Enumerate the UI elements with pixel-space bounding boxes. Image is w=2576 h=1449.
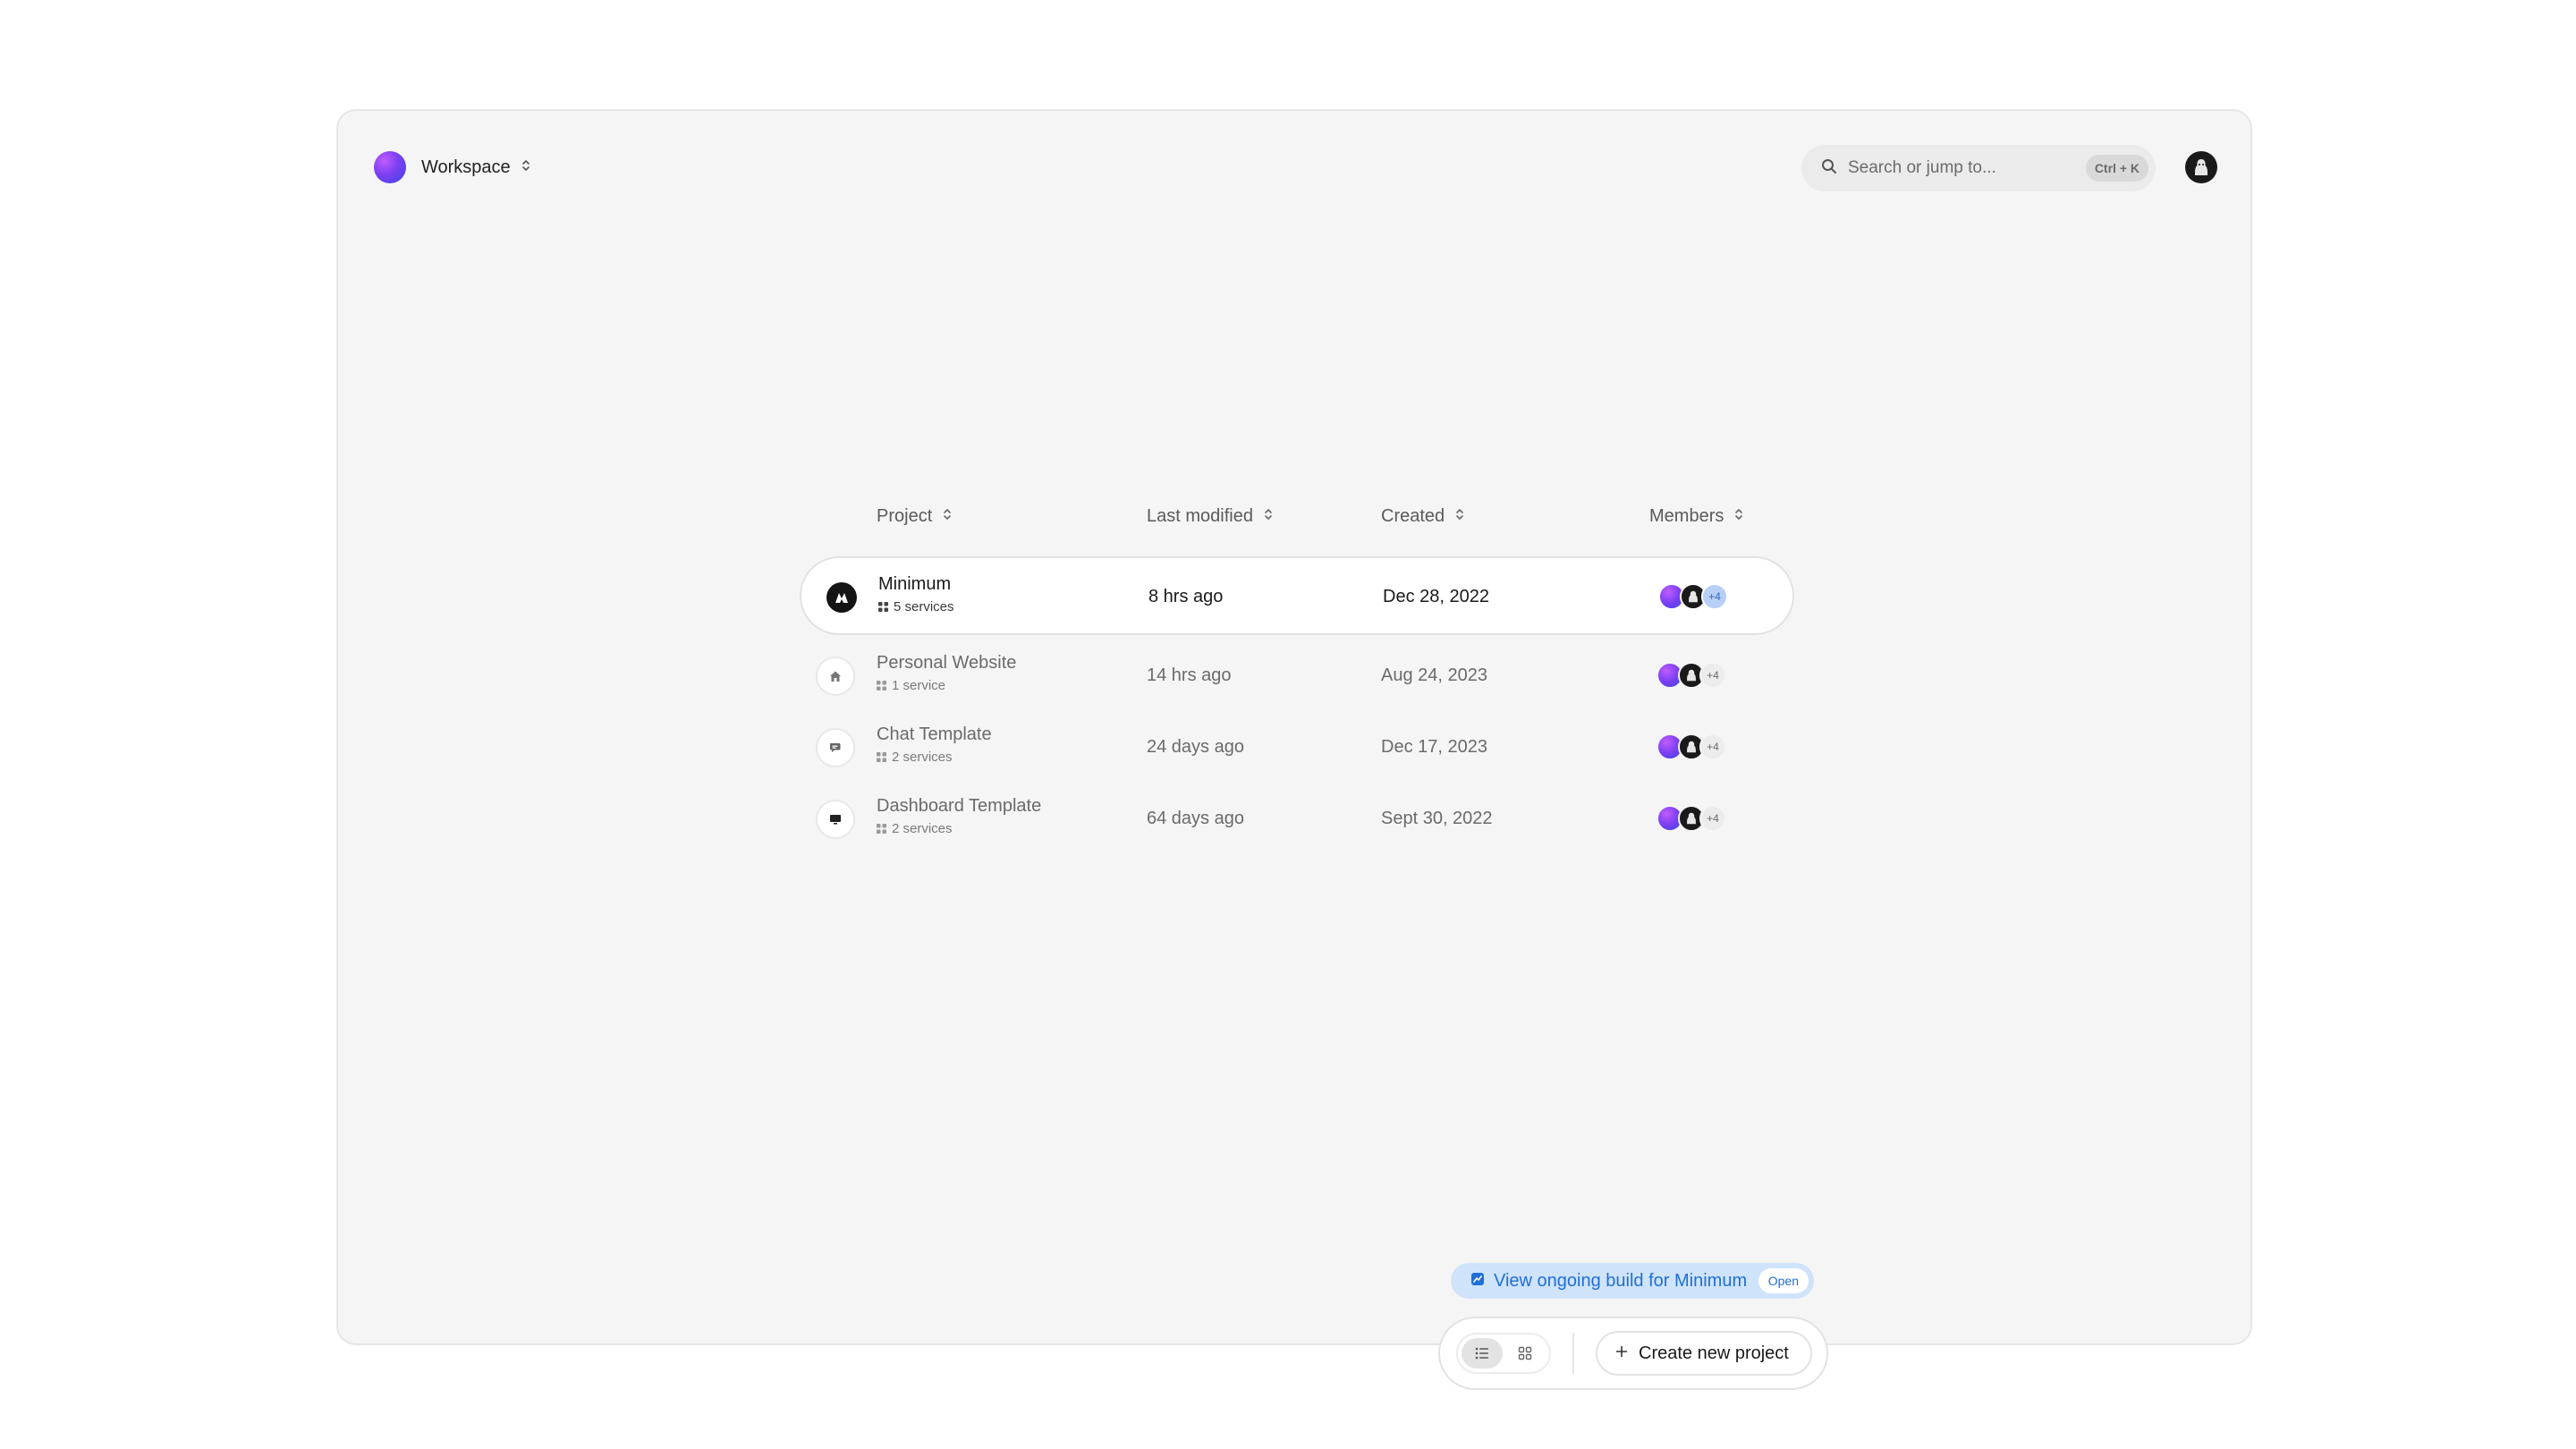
services-grid-icon [877,824,886,834]
services-grid-icon [878,602,888,612]
shortcut-badge: Ctrl + K [2085,155,2148,182]
member-avatars[interactable]: +4 [1658,583,1728,610]
extra-members-badge: +4 [1699,662,1726,689]
list-view-button[interactable] [1462,1338,1503,1368]
plus-icon [1615,1345,1628,1362]
last-modified-value: 64 days ago [1147,809,1244,828]
grid-view-button[interactable] [1504,1338,1546,1368]
services-grid-icon [877,681,886,691]
sort-icon [943,506,952,527]
last-modified-value: 24 days ago [1147,737,1244,757]
monitor-icon [816,800,855,839]
column-header-label: Members [1649,506,1724,526]
project-row-minimum[interactable]: Minimum 5 services 8 hrs ago Dec 28, 202… [800,556,1794,635]
home-icon [816,657,855,696]
search-icon [1821,158,1837,179]
extra-members-badge: +4 [1699,733,1726,760]
member-avatars[interactable]: +4 [1657,733,1726,760]
services-count: 2 services [877,821,953,836]
created-value: Dec 17, 2023 [1381,737,1487,757]
project-row-chat-template[interactable]: Chat Template 2 services 24 days ago Dec… [800,708,1794,787]
open-build-button[interactable]: Open [1758,1268,1809,1293]
column-header-project[interactable]: Project [877,506,952,527]
last-modified-value: 14 hrs ago [1147,665,1232,685]
project-name: Dashboard Template [877,796,1042,816]
services-count: 5 services [878,599,954,614]
ongoing-build-banner[interactable]: View ongoing build for Minimum Open [1451,1263,1814,1299]
toolbar-divider [1572,1333,1574,1374]
user-avatar[interactable] [2185,151,2217,183]
member-avatars[interactable]: +4 [1657,805,1726,832]
column-header-label: Project [877,506,933,526]
chat-icon [816,728,855,767]
search-bar[interactable]: Search or jump to... Ctrl + K [1801,145,2156,191]
services-label: 5 services [894,599,954,614]
created-value: Aug 24, 2023 [1381,665,1487,685]
minimum-logo-icon [826,582,857,613]
workspace-switcher[interactable]: Workspace [374,151,530,183]
project-row-dashboard-template[interactable]: Dashboard Template 2 services 64 days ag… [800,780,1794,859]
search-input[interactable]: Search or jump to... [1848,158,1996,178]
build-icon [1470,1272,1485,1291]
chevron-updown-icon [521,158,530,177]
project-name: Personal Website [877,653,1017,673]
last-modified-value: 8 hrs ago [1148,587,1224,606]
build-banner-text: View ongoing build for Minimum [1494,1270,1748,1291]
project-row-personal-website[interactable]: Personal Website 1 service 14 hrs ago Au… [800,637,1794,716]
services-label: 2 services [892,750,953,765]
project-name: Chat Template [877,724,992,744]
grid-icon [1518,1346,1532,1360]
extra-members-badge: +4 [1699,805,1726,832]
services-count: 2 services [877,750,953,765]
list-icon [1475,1347,1488,1360]
sort-icon [1455,506,1464,527]
services-label: 2 services [892,821,953,836]
member-avatars[interactable]: +4 [1657,662,1726,689]
sort-icon [1734,506,1743,527]
app-window: Workspace Search or jump to... Ctrl + K … [336,109,2252,1390]
column-header-created[interactable]: Created [1381,506,1464,527]
bottom-toolbar: Create new project [1438,1317,1828,1390]
workspace-logo [374,151,406,183]
column-header-last-modified[interactable]: Last modified [1147,506,1273,527]
services-count: 1 service [877,678,945,693]
services-label: 1 service [892,678,946,693]
create-project-button[interactable]: Create new project [1596,1331,1812,1376]
extra-members-badge: +4 [1701,583,1728,610]
project-name: Minimum [878,574,952,594]
column-header-label: Last modified [1147,506,1253,526]
workspace-name: Workspace [421,157,511,177]
column-header-label: Created [1381,506,1445,526]
sort-icon [1264,506,1273,527]
created-value: Dec 28, 2022 [1383,587,1489,606]
column-header-members[interactable]: Members [1649,506,1743,527]
services-grid-icon [877,752,886,762]
view-mode-toggle [1456,1333,1551,1374]
created-value: Sept 30, 2022 [1381,809,1493,828]
create-project-label: Create new project [1639,1343,1789,1363]
